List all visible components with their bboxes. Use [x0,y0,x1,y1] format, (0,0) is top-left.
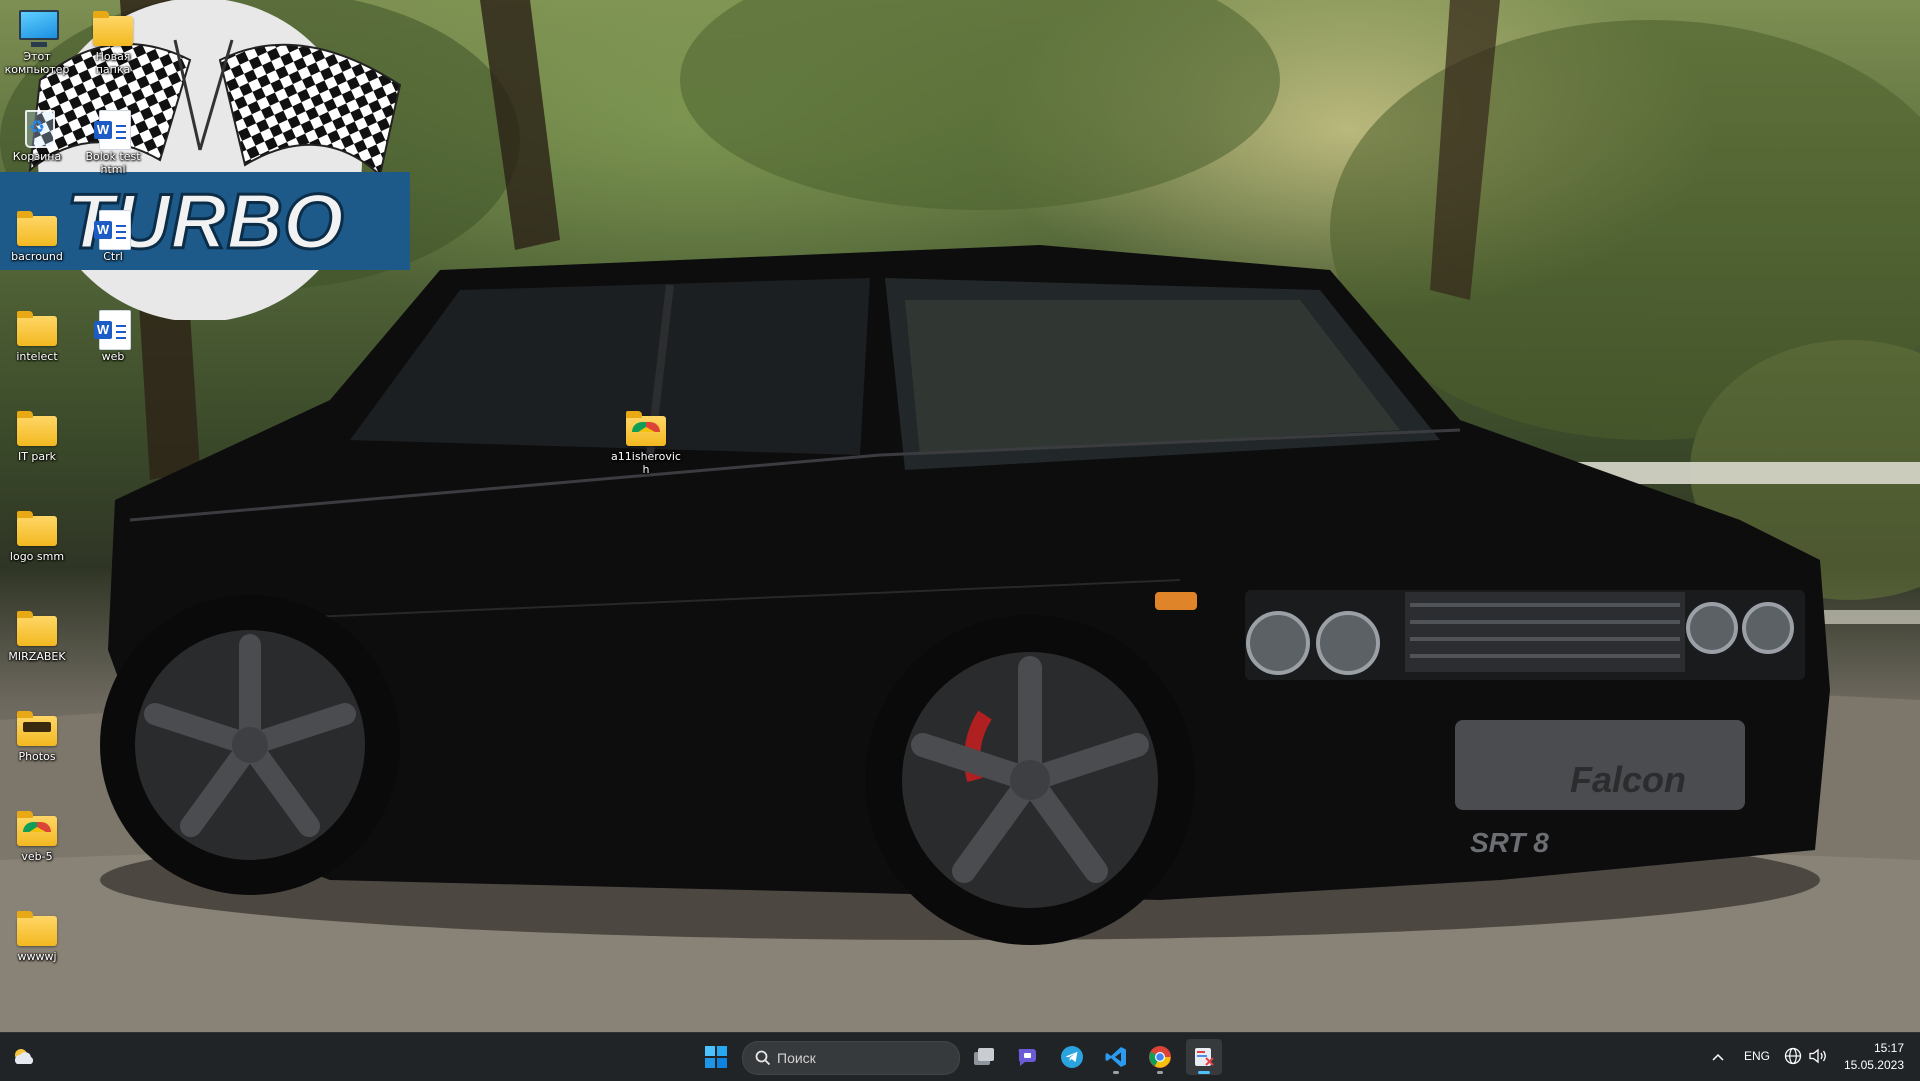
running-indicator [1113,1071,1119,1074]
windows-start-icon [705,1046,727,1068]
desktop-icon-it-park[interactable]: IT park [1,408,73,463]
desktop-icon-label: IT park [17,450,57,463]
desktop-icon-label: bacround [11,250,63,263]
desktop-icon-logo-smm[interactable]: logo smm [1,508,73,563]
desktop-icon-intelect[interactable]: intelect [1,308,73,363]
desktop-icon-label: veb-5 [21,850,53,863]
desktop-icon-bolok-test[interactable]: W Bolok test html [77,108,149,176]
teams-chat-icon [1018,1049,1036,1066]
telegram-icon [1061,1046,1083,1068]
desktop-icon-photos[interactable]: Photos [1,708,73,763]
word-document-icon: W [94,210,131,250]
chrome-icon [1149,1046,1171,1068]
speaker-icon [1809,1048,1826,1064]
folder-icon [17,411,57,446]
chrome-folder-icon [626,411,666,446]
show-hidden-icons-button[interactable] [1708,1047,1728,1067]
desktop-icon-web[interactable]: W web [77,308,149,363]
vscode-icon [1105,1047,1126,1067]
clock-date: 15.05.2023 [1843,1058,1904,1072]
folder-icon [17,511,57,546]
taskbar-clock[interactable]: 15:17 15.05.2023 [1844,1040,1904,1074]
desktop-wallpaper: Falcon SRT 8 TURBO [0,0,1920,1032]
desktop-icon-bacround[interactable]: bacround [1,208,73,263]
folder-icon [17,611,57,646]
desktop-icon-veb-5[interactable]: veb-5 [1,808,73,863]
start-button[interactable] [698,1039,734,1075]
desktop-icon-label: web [101,350,125,363]
chevron-up-icon [1712,1053,1724,1061]
desktop-icon-new-folder[interactable]: Новая папка [77,8,149,76]
chrome-folder-icon [17,811,57,846]
task-view-icon [974,1048,994,1065]
snipping-tool-icon [1195,1048,1214,1066]
desktop-icon-label: Новая папка [95,50,131,76]
desktop-icon-wwwwj[interactable]: wwwwj [1,908,73,963]
search-placeholder: Поиск [777,1050,816,1066]
desktop-icon-a11isherovich[interactable]: a11isherovich [610,408,682,476]
taskbar-snipping-tool[interactable] [1186,1039,1222,1075]
network-button[interactable] [1784,1047,1802,1069]
desktop-icon-label: Photos [18,750,56,763]
desktop-icon-recycle-bin[interactable]: Корзина [1,108,73,163]
desktop-icon-label: Bolok test html [85,150,141,176]
taskbar-chrome[interactable] [1142,1039,1178,1075]
taskbar-search[interactable]: Поиск [742,1041,960,1075]
taskbar-telegram[interactable] [1054,1039,1090,1075]
photos-folder-icon [17,711,57,746]
folder-icon [17,211,57,246]
this-pc-icon [19,10,59,47]
language-indicator[interactable]: ENG [1744,1049,1770,1063]
desktop-icon-this-pc[interactable]: Этот компьютер [1,8,73,76]
running-indicator [1157,1071,1163,1074]
desktop-icon-mirzabek[interactable]: MIRZABEK [1,608,73,663]
globe-network-icon [1784,1047,1802,1065]
desktop-icon-label: Корзина [12,150,62,163]
folder-icon [93,11,133,46]
running-indicator [1198,1071,1210,1074]
bumper-text: Falcon [1570,759,1686,800]
taskbar-teams-chat[interactable] [1010,1039,1046,1075]
weather-widget-icon [15,1049,34,1064]
desktop-icon-label: MIRZABEK [8,650,66,663]
desktop-icon-label: logo smm [9,550,65,563]
folder-icon [17,311,57,346]
desktop-icon-ctrl[interactable]: W Ctrl [77,208,149,263]
taskbar: Поиск ENG 15:17 15.05.2023 [0,1032,1920,1081]
desktop-icon-label: wwwwj [17,950,57,963]
badge-text: SRT 8 [1470,827,1549,858]
desktop-icon-label: intelect [16,350,58,363]
desktop-icon-label: a11isherovich [611,450,681,476]
clock-time: 15:17 [1873,1041,1904,1055]
word-document-icon: W [94,110,131,150]
taskbar-task-view[interactable] [966,1039,1002,1075]
search-icon [755,1050,771,1066]
folder-icon [17,911,57,946]
volume-button[interactable] [1808,1047,1828,1069]
recycle-bin-icon [25,110,55,148]
desktop-icon-label: Этот компьютер [4,50,70,76]
widgets-button[interactable] [6,1039,42,1075]
desktop-icon-label: Ctrl [103,250,123,263]
word-document-icon: W [94,310,131,350]
taskbar-vscode[interactable] [1098,1039,1134,1075]
